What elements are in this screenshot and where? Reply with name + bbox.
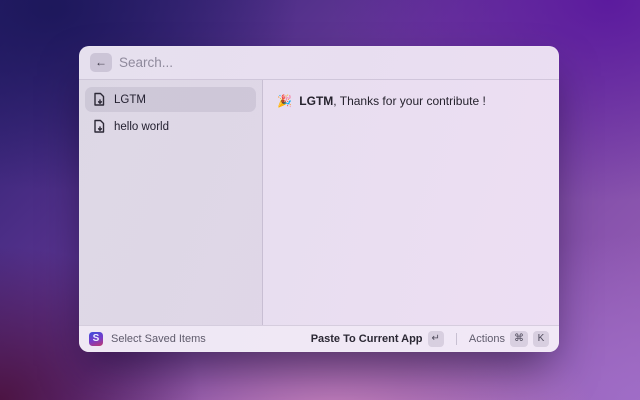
paste-to-current-app-button[interactable]: Paste To Current App ↵ [311,331,444,347]
list-item-lgtm[interactable]: LGTM [85,87,256,112]
app-logo-icon: S [89,332,103,346]
footer-status-label: Select Saved Items [111,333,206,345]
list-item-label: LGTM [114,94,146,106]
snippet-highlight-text: LGTM [299,94,333,108]
actions-label: Actions [469,333,505,345]
footer-bar: S Select Saved Items Paste To Current Ap… [79,325,559,352]
search-input[interactable] [119,55,548,70]
snippet-content: 🎉 LGTM, Thanks for your contribute ! [277,93,545,109]
k-key-icon: K [533,331,549,347]
paste-action-label: Paste To Current App [311,333,423,345]
party-popper-emoji: 🎉 [277,94,292,108]
back-button[interactable]: ← [90,53,112,72]
command-key-icon: ⌘ [510,331,528,347]
snippet-manager-window: ← LGTM [79,46,559,352]
saved-items-list: LGTM hello world [79,80,263,325]
list-item-label: hello world [114,121,169,133]
list-item-hello-world[interactable]: hello world [85,114,256,139]
snippet-preview-pane: 🎉 LGTM, Thanks for your contribute ! [263,80,559,325]
snippet-document-icon [92,92,106,107]
footer-divider [456,333,457,345]
snippet-document-icon [92,119,106,134]
enter-key-icon: ↵ [428,331,444,347]
snippet-rest-text: , Thanks for your contribute ! [333,94,486,108]
actions-menu-button[interactable]: Actions ⌘ K [469,331,549,347]
search-bar: ← [79,46,559,80]
